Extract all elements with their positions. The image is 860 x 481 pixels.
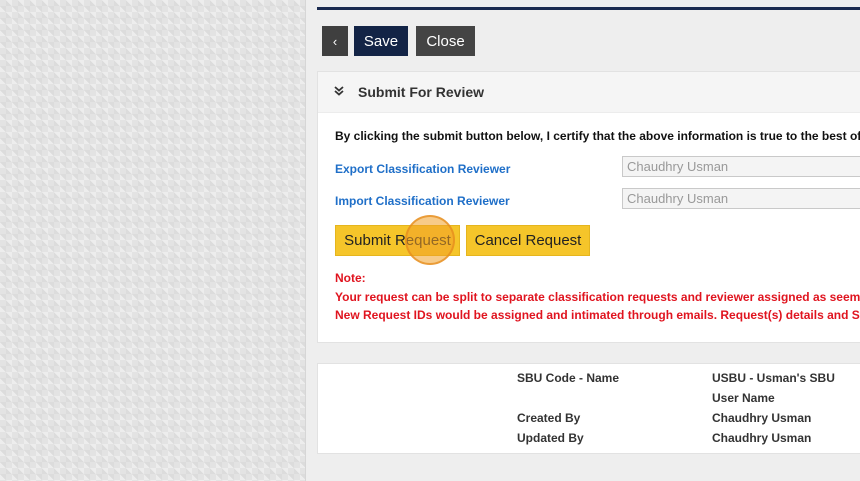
back-button[interactable]: ‹ [322,26,348,56]
note-label: Note: [335,271,366,285]
updated-by-label: Updated By [517,431,584,445]
certify-text: By clicking the submit button below, I c… [335,129,860,143]
header-divider [317,7,860,10]
panel-title: Submit For Review [358,84,485,100]
double-chevron-down-svg [334,86,344,96]
cancel-request-button[interactable]: Cancel Request [466,225,590,256]
panel-header[interactable]: Submit For Review [318,72,860,113]
note-line: Your request can be split to separate cl… [335,290,860,304]
created-by-value: Chaudhry Usman [712,411,812,425]
import-reviewer-field[interactable] [622,188,860,209]
export-reviewer-field[interactable] [622,156,860,177]
background-pattern [0,0,305,481]
chevron-left-icon: ‹ [332,33,338,49]
close-button[interactable]: Close [416,26,475,56]
double-chevron-down-icon[interactable] [334,85,348,99]
sbu-label: SBU Code - Name [517,371,620,385]
updated-by-value: Chaudhry Usman [712,431,812,445]
submit-for-review-panel: Submit For Review By clicking the submit… [317,71,860,343]
save-button[interactable]: Save [354,26,408,56]
submit-request-button[interactable]: Submit Request [335,225,460,256]
created-by-label: Created By [517,411,581,425]
note-line: New Request IDs would be assigned and in… [335,308,860,322]
import-reviewer-label: Import Classification Reviewer [335,194,510,208]
export-reviewer-label: Export Classification Reviewer [335,162,511,176]
request-info-panel: SBU Code - Name USBU - Usman's SBU User … [317,363,860,454]
sbu-value: USBU - Usman's SBU [712,371,835,385]
user-name-label: User Name [712,391,775,405]
main-content: ‹ Save Close Submit For Review By clicki… [305,0,860,481]
toolbar: ‹ Save Close [322,26,475,56]
